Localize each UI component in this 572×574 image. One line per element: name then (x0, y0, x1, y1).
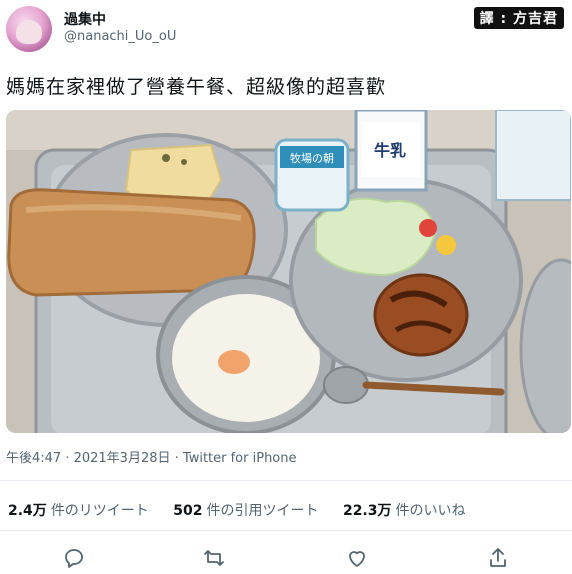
retweet-count-label: 件のリツイート (50, 503, 149, 519)
like-icon (349, 551, 365, 567)
like-count-label: 件のいいね (395, 503, 466, 519)
divider-top (0, 480, 572, 481)
retweet-button[interactable] (202, 546, 226, 570)
tweet-actions (0, 540, 572, 574)
reply-icon (65, 549, 83, 568)
cup-label: 牧場の朝 (290, 151, 334, 165)
retweet-count-value: 2.4万 (8, 503, 47, 519)
user-handle[interactable]: @nanachi_Uo_oU (64, 29, 176, 44)
lunch-tray-illustration: 牧場の朝 牛乳 (6, 110, 571, 433)
milk-label: 牛乳 (374, 141, 406, 160)
tweet-header: 過集中 @nanachi_Uo_oU 譯 : 方吉君 (0, 0, 572, 60)
like-button[interactable] (345, 546, 369, 570)
tweet-photo[interactable]: 牧場の朝 牛乳 (6, 110, 571, 433)
share-icon (490, 548, 506, 567)
share-button[interactable] (486, 546, 510, 570)
quote-count[interactable]: 502 件の引用ツイート (173, 500, 318, 520)
meta-separator: · (170, 451, 183, 466)
reply-button[interactable] (62, 546, 86, 570)
translator-watermark: 譯 : 方吉君 (473, 7, 564, 29)
tweet-meta: 午後4:47 · 2021年3月28日 · Twitter for iPhone (6, 447, 297, 466)
quote-count-value: 502 (173, 503, 203, 519)
like-count-value: 22.3万 (342, 503, 392, 519)
source-app[interactable]: Twitter for iPhone (183, 451, 297, 466)
divider-bottom (0, 530, 572, 531)
display-name[interactable]: 過集中 (64, 9, 106, 29)
quote-count-label: 件の引用ツイート (206, 503, 319, 519)
retweet-count[interactable]: 2.4万 件のリツイート (8, 500, 149, 520)
retweet-icon (204, 550, 224, 566)
timestamp[interactable]: 午後4:47 · 2021年3月28日 (6, 451, 171, 466)
avatar[interactable] (6, 6, 52, 52)
tweet-stats: 2.4万 件のリツイート 502 件の引用ツイート 22.3万 件のいいね (8, 500, 486, 520)
tweet-text: 媽媽在家裡做了營養午餐、超級像的超喜歡 (6, 76, 387, 98)
like-count[interactable]: 22.3万 件のいいね (343, 500, 466, 520)
